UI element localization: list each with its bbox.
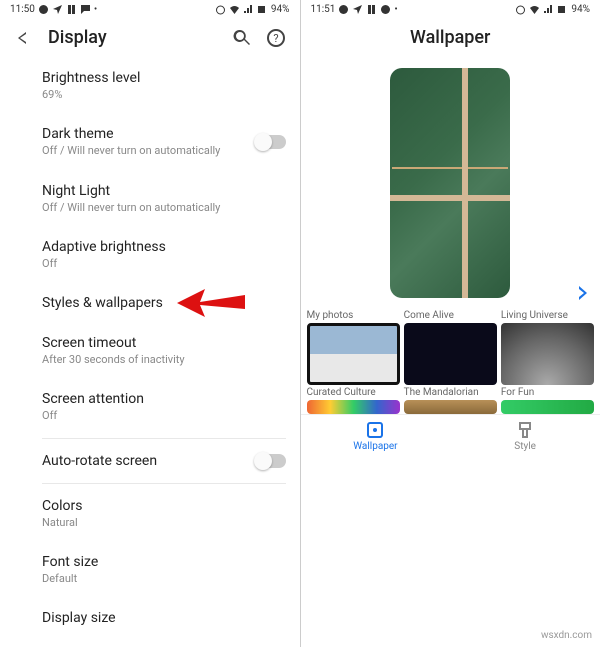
status-time: 11:51 bbox=[311, 4, 336, 15]
status-battery: 94% bbox=[271, 4, 290, 15]
alarm-icon bbox=[215, 4, 226, 15]
style-icon bbox=[516, 421, 534, 439]
back-icon[interactable] bbox=[14, 28, 34, 48]
page-title: Display bbox=[48, 27, 218, 48]
auto-rotate-toggle[interactable] bbox=[256, 454, 286, 468]
status-time: 11:50 bbox=[10, 4, 35, 15]
dark-theme-item[interactable]: Dark theme Off / Will never turn on auto… bbox=[42, 114, 286, 170]
status-bar: 11:51 • 94% bbox=[301, 0, 600, 17]
header-bar: Wallpaper bbox=[301, 17, 600, 58]
auto-rotate-item[interactable]: Auto-rotate screen bbox=[42, 441, 286, 481]
category-for-fun[interactable]: For Fun bbox=[501, 385, 594, 414]
signal-icon bbox=[543, 4, 554, 15]
battery-icon bbox=[257, 4, 268, 15]
tab-wallpaper[interactable]: Wallpaper bbox=[301, 415, 451, 458]
wifi-icon bbox=[229, 4, 240, 15]
pause-icon bbox=[66, 4, 77, 15]
bottom-tabs: Wallpaper Style bbox=[301, 414, 600, 458]
thumbnail bbox=[404, 323, 497, 385]
signal-icon bbox=[243, 4, 254, 15]
settings-list: Brightness level 69% Dark theme Off / Wi… bbox=[0, 58, 300, 647]
screen-timeout-item[interactable]: Screen timeout After 30 seconds of inact… bbox=[42, 323, 286, 379]
help-icon[interactable]: ? bbox=[266, 28, 286, 48]
tab-style[interactable]: Style bbox=[450, 415, 600, 458]
screen-attention-item[interactable]: Screen attention Off bbox=[42, 379, 286, 435]
status-bar: 11:50 • 94% bbox=[0, 0, 300, 17]
dark-theme-toggle[interactable] bbox=[256, 135, 286, 149]
wallpaper-preview[interactable] bbox=[301, 58, 600, 302]
send-icon bbox=[52, 4, 63, 15]
send-icon bbox=[352, 4, 363, 15]
colors-item[interactable]: Colors Natural bbox=[42, 486, 286, 542]
app-icon bbox=[380, 4, 391, 15]
styles-wallpapers-item[interactable]: Styles & wallpapers bbox=[42, 283, 286, 323]
category-living-universe[interactable]: Living Universe bbox=[501, 308, 594, 385]
thumbnail bbox=[307, 400, 400, 414]
dot-icon: • bbox=[94, 4, 97, 15]
wallpaper-icon bbox=[366, 421, 384, 439]
dot-icon: • bbox=[394, 4, 397, 15]
night-light-item[interactable]: Night Light Off / Will never turn on aut… bbox=[42, 171, 286, 227]
brightness-level-item[interactable]: Brightness level 69% bbox=[42, 58, 286, 114]
divider bbox=[42, 483, 286, 484]
thumbnail bbox=[404, 400, 497, 414]
whatsapp-icon bbox=[38, 4, 49, 15]
chat-icon bbox=[80, 4, 91, 15]
category-my-photos[interactable]: My photos bbox=[307, 308, 400, 385]
header-bar: Display ? bbox=[0, 17, 300, 58]
phone-right: 11:51 • 94% Wallpaper • • My photos bbox=[300, 0, 600, 647]
alarm-icon bbox=[515, 4, 526, 15]
battery-icon bbox=[557, 4, 568, 15]
category-curated-culture[interactable]: Curated Culture bbox=[307, 385, 400, 414]
thumbnail bbox=[501, 323, 594, 385]
phone-left: 11:50 • 94% Display ? Brightness level 6… bbox=[0, 0, 300, 647]
font-size-item[interactable]: Font size Default bbox=[42, 542, 286, 598]
display-size-item[interactable]: Display size bbox=[42, 598, 286, 638]
watermark: wsxdn.com bbox=[541, 630, 592, 641]
category-row-2: Curated Culture The Mandalorian For Fun bbox=[301, 385, 600, 414]
category-mandalorian[interactable]: The Mandalorian bbox=[404, 385, 497, 414]
thumbnail bbox=[501, 400, 594, 414]
page-title: Wallpaper bbox=[315, 27, 587, 48]
thumbnail bbox=[307, 323, 400, 385]
whatsapp-icon bbox=[338, 4, 349, 15]
wallpaper-thumbnail bbox=[390, 68, 510, 298]
search-icon[interactable] bbox=[232, 28, 252, 48]
adaptive-brightness-item[interactable]: Adaptive brightness Off bbox=[42, 227, 286, 283]
divider bbox=[42, 438, 286, 439]
category-come-alive[interactable]: Come Alive bbox=[404, 308, 497, 385]
wifi-icon bbox=[529, 4, 540, 15]
status-battery: 94% bbox=[571, 4, 590, 15]
svg-text:?: ? bbox=[273, 32, 278, 45]
pause-icon bbox=[366, 4, 377, 15]
category-row-1: My photos Come Alive Living Universe bbox=[301, 304, 600, 385]
